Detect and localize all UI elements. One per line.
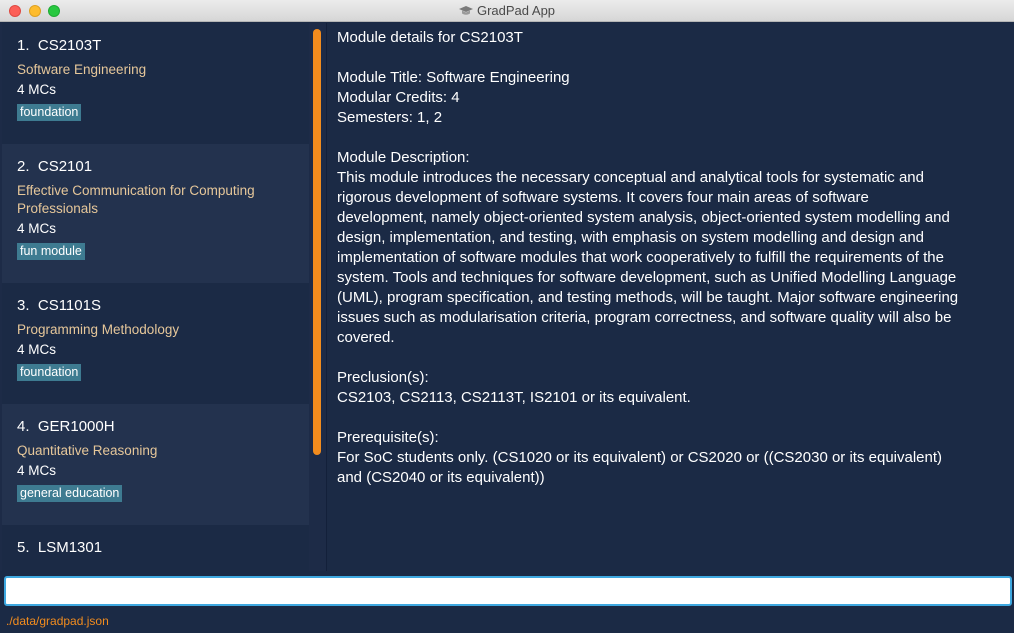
window-title: GradPad App (476, 3, 556, 18)
module-index: 2. (17, 158, 30, 175)
description-line: implementation of software modules that … (337, 249, 944, 266)
status-file-path: ./data/gradpad.json (6, 614, 109, 628)
module-title: Software Engineering (17, 62, 147, 77)
module-index: 4. (17, 418, 30, 435)
command-area: ./data/gradpad.json (0, 571, 1014, 633)
module-card[interactable]: 4. GER1000H Quantitative Reasoning 4 MCs… (2, 404, 309, 525)
module-index: 3. (17, 297, 30, 314)
module-tag: foundation (17, 104, 82, 121)
module-card[interactable]: 2. CS2101 Effective Communication for Co… (2, 144, 309, 283)
panel-divider (326, 23, 327, 571)
preclusion-value: CS2103, CS2113, CS2113T, IS2101 or its e… (337, 389, 691, 406)
module-index: 1. (17, 37, 30, 54)
details-title: Module Title: Software Engineering (337, 69, 570, 86)
module-code: CS2103T (37, 37, 102, 54)
description-line: design, implementation, and testing, wit… (337, 229, 925, 246)
description-label: Module Description: (337, 149, 470, 166)
module-tag: foundation (17, 364, 82, 381)
module-mcs: 4 MCs (17, 342, 57, 357)
module-code: GER1000H (37, 418, 115, 435)
module-title: Effective Communication for Computing Pr… (17, 183, 255, 216)
window-titlebar: GradPad App (0, 0, 1014, 22)
module-code: LSM1301 (37, 539, 103, 556)
description-line: (UML), program specification, and testin… (337, 289, 959, 306)
module-mcs: 4 MCs (17, 82, 57, 97)
module-list-scrollbar[interactable] (313, 29, 321, 455)
module-tag: fun module (17, 243, 85, 260)
module-code: CS2101 (37, 158, 93, 175)
preclusion-label: Preclusion(s): (337, 369, 429, 386)
prerequisite-line: and (CS2040 or its equivalent)) (337, 469, 545, 486)
description-line: system. Tools and techniques for softwar… (337, 269, 957, 286)
module-mcs: 4 MCs (17, 221, 57, 236)
details-header: Module details for CS2103T (337, 29, 523, 46)
command-input[interactable] (4, 576, 1012, 606)
module-card[interactable]: 3. CS1101S Programming Methodology 4 MCs… (2, 283, 309, 404)
details-semesters: Semesters: 1, 2 (337, 109, 443, 126)
prerequisite-line: For SoC students only. (CS1020 or its eq… (337, 449, 943, 466)
module-list: 1. CS2103T Software Engineering 4 MCs fo… (2, 23, 309, 571)
prerequisite-label: Prerequisite(s): (337, 429, 439, 446)
module-title: Quantitative Reasoning (17, 443, 158, 458)
module-card[interactable]: 5. LSM1301 (2, 525, 309, 571)
module-list-panel[interactable]: 1. CS2103T Software Engineering 4 MCs fo… (0, 23, 326, 571)
module-mcs: 4 MCs (17, 463, 57, 478)
description-line: rigorous development of software systems… (337, 189, 869, 206)
description-line: covered. (337, 329, 395, 346)
module-title: Programming Methodology (17, 322, 180, 337)
module-index: 5. (17, 539, 30, 556)
module-tag: general education (17, 485, 123, 502)
module-details-panel: Module details for CS2103T Module Title:… (337, 28, 1007, 488)
description-line: issues such as modularisation criteria, … (337, 309, 952, 326)
module-card[interactable]: 1. CS2103T Software Engineering 4 MCs fo… (2, 23, 309, 144)
module-code: CS1101S (37, 297, 101, 314)
description-line: This module introduces the necessary con… (337, 169, 924, 186)
graduation-cap-icon (458, 6, 473, 15)
description-line: development, namely object-oriented syst… (337, 209, 950, 226)
details-credits: Modular Credits: 4 (337, 89, 460, 106)
